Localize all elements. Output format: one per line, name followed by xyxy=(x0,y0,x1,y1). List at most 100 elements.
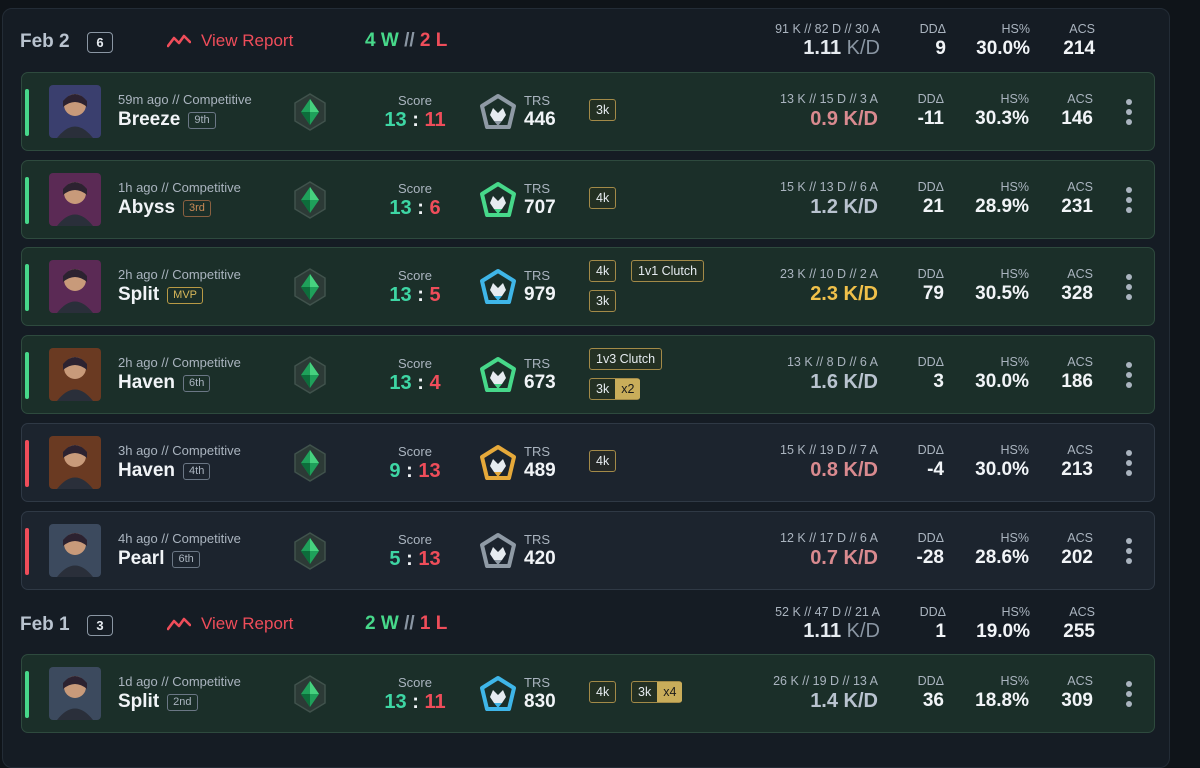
score-label: Score xyxy=(398,181,432,196)
placement-badge: 2nd xyxy=(167,693,198,711)
agent-avatar xyxy=(49,667,101,720)
match-row[interactable]: 2h ago // Competitive Split MVP Score 13 : 5… xyxy=(21,247,1155,326)
match-dd-stat: DDΔ -28 xyxy=(916,531,944,568)
vertical-dots-icon[interactable] xyxy=(1126,538,1132,566)
enemy-score: 6 xyxy=(429,197,441,219)
match-acs-stat: ACS 202 xyxy=(1061,531,1093,568)
enemy-score: 11 xyxy=(424,109,446,131)
team-score: 13 xyxy=(389,197,412,219)
map-label: Haven xyxy=(118,460,176,481)
tag-label: 4k xyxy=(596,685,610,699)
map-name: Split MVP xyxy=(118,284,204,306)
day-kd: 1.11 K/D xyxy=(803,620,880,642)
day-hs-stat: HS% 19.0% xyxy=(976,605,1030,642)
day-acs-stat: ACS 214 xyxy=(1063,22,1095,59)
team-score: 5 xyxy=(389,548,401,570)
crown-emblem-icon xyxy=(478,181,518,221)
trs-label: TRS xyxy=(524,181,550,196)
map-name: Breeze 9th xyxy=(118,109,216,131)
tag-label: 4k xyxy=(596,454,610,468)
match-row[interactable]: 1h ago // Competitive Abyss 3rd Score 13 : 6… xyxy=(21,160,1155,239)
match-dd-stat: DDΔ -4 xyxy=(917,443,944,480)
trs-value: 979 xyxy=(524,284,556,305)
match-kd: 1.4 K/D xyxy=(810,690,878,712)
result-indicator-bar xyxy=(25,264,29,311)
vertical-dots-icon[interactable] xyxy=(1126,450,1132,478)
placement-badge: 6th xyxy=(172,550,200,568)
view-report-link[interactable]: View Report xyxy=(167,614,293,634)
match-score: Score 13 : 4 xyxy=(370,356,460,395)
match-kda: 15 K // 19 D // 7 A xyxy=(780,443,878,457)
trs-value: 420 xyxy=(524,548,556,569)
day-header: Feb 2 6 View Report 4 W // 2 L 91 K // 8… xyxy=(3,9,1173,73)
tag-label: 3k xyxy=(596,382,610,396)
match-acs-stat: ACS 231 xyxy=(1061,180,1093,217)
emerald-rank-icon xyxy=(292,93,328,131)
enemy-score: 11 xyxy=(424,691,446,713)
match-row[interactable]: 3h ago // Competitive Haven 4th Score 9 : 13… xyxy=(21,423,1155,502)
match-score: Score 9 : 13 xyxy=(370,444,460,483)
map-name: Pearl 6th xyxy=(118,548,200,570)
match-row[interactable]: 59m ago // Competitive Breeze 9th Score 13 :… xyxy=(21,72,1155,151)
result-indicator-bar xyxy=(25,177,29,224)
match-score: Score 13 : 6 xyxy=(370,181,460,220)
tag-label: 3k xyxy=(638,685,652,699)
emerald-rank-icon xyxy=(292,675,328,713)
enemy-score: 4 xyxy=(429,372,441,394)
day-date: Feb 1 xyxy=(20,614,70,635)
team-score: 13 xyxy=(384,109,407,131)
trs-label: TRS xyxy=(524,268,550,283)
emerald-rank-icon xyxy=(292,181,328,219)
match-hs-stat: HS% 30.0% xyxy=(975,443,1029,480)
placement-badge: MVP xyxy=(167,286,204,304)
match-row[interactable]: 2h ago // Competitive Haven 6th Score 13 : 4… xyxy=(21,335,1155,414)
tag-label: 3k xyxy=(596,294,610,308)
enemy-score: 5 xyxy=(429,284,441,306)
emerald-rank-icon xyxy=(292,532,328,570)
match-time-mode: 2h ago // Competitive xyxy=(118,355,241,370)
vertical-dots-icon[interactable] xyxy=(1126,99,1132,127)
match-hs-stat: HS% 18.8% xyxy=(975,674,1029,711)
placement-badge: 4th xyxy=(183,462,211,480)
vertical-dots-icon[interactable] xyxy=(1126,362,1132,390)
result-indicator-bar xyxy=(25,89,29,136)
trs-value: 446 xyxy=(524,109,556,130)
map-name: Haven 6th xyxy=(118,372,211,394)
match-kd: 2.3 K/D xyxy=(810,283,878,305)
match-time-mode: 1h ago // Competitive xyxy=(118,180,241,195)
result-indicator-bar xyxy=(25,671,29,718)
match-acs-stat: ACS 213 xyxy=(1061,443,1093,480)
match-kd: 0.8 K/D xyxy=(810,459,878,481)
agent-avatar xyxy=(49,524,101,577)
match-hs-stat: HS% 30.5% xyxy=(975,267,1029,304)
match-acs-stat: ACS 146 xyxy=(1061,92,1093,129)
crown-emblem-icon xyxy=(478,93,518,133)
trs-stat: TRS 707 xyxy=(524,181,556,219)
placement-badge: 3rd xyxy=(183,199,211,217)
vertical-dots-icon[interactable] xyxy=(1126,681,1132,709)
match-kd: 0.9 K/D xyxy=(810,108,878,130)
highlight-tag: 4k xyxy=(589,681,617,703)
vertical-dots-icon[interactable] xyxy=(1126,274,1132,302)
highlight-tag: 3k x4 xyxy=(631,681,683,703)
match-time-mode: 4h ago // Competitive xyxy=(118,531,241,546)
day-kda: 91 K // 82 D // 30 A xyxy=(775,22,880,36)
day-match-count: 3 xyxy=(87,615,113,636)
score-label: Score xyxy=(398,93,432,108)
match-score: Score 13 : 11 xyxy=(370,93,460,132)
emerald-rank-icon xyxy=(292,268,328,306)
match-row[interactable]: 4h ago // Competitive Pearl 6th Score 5 : 13… xyxy=(21,511,1155,590)
view-report-link[interactable]: View Report xyxy=(167,31,293,51)
match-score: Score 13 : 11 xyxy=(370,675,460,714)
match-row[interactable]: 1d ago // Competitive Split 2nd Score 13 : 1… xyxy=(21,654,1155,733)
highlight-tag: 4k xyxy=(589,450,617,472)
trs-value: 707 xyxy=(524,197,556,218)
trs-stat: TRS 830 xyxy=(524,675,556,713)
tag-label: 3k xyxy=(596,103,610,117)
match-dd-stat: DDΔ 3 xyxy=(917,355,944,392)
vertical-dots-icon[interactable] xyxy=(1126,187,1132,215)
map-label: Split xyxy=(118,284,160,305)
match-hs-stat: HS% 28.6% xyxy=(975,531,1029,568)
trs-label: TRS xyxy=(524,93,550,108)
result-indicator-bar xyxy=(25,440,29,487)
